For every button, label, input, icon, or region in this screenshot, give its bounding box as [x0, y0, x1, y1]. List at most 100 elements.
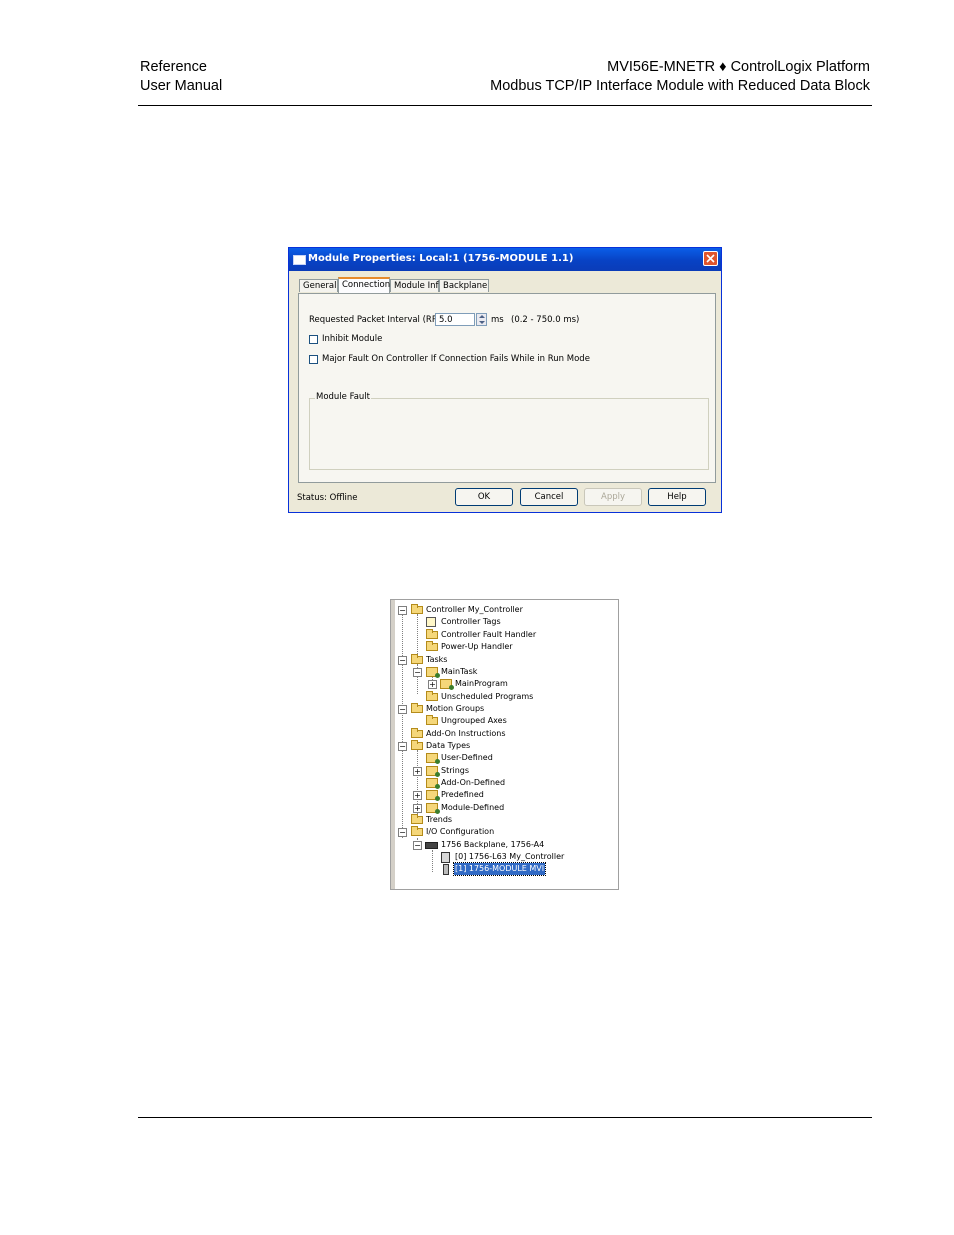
tree-item-label: Add-On Instructions	[426, 729, 506, 738]
tree-item-main-task[interactable]: − MainTask	[391, 666, 611, 678]
folder-icon	[411, 703, 423, 713]
task-icon	[426, 667, 440, 678]
tree-item-label-selected: [1] 1756-MODULE MVI	[452, 862, 547, 876]
tree-item-slot-1-module[interactable]: [1] 1756-MODULE MVI	[391, 862, 611, 876]
tree-item-label: Controller Tags	[441, 617, 501, 626]
tree-item-backplane[interactable]: − 1756 Backplane, 1756-A4	[391, 839, 611, 851]
apply-button[interactable]: Apply	[584, 488, 642, 506]
collapse-icon[interactable]: −	[413, 668, 422, 677]
collapse-icon[interactable]: −	[398, 606, 407, 615]
inhibit-module-checkbox[interactable]	[309, 335, 318, 344]
major-fault-label: Major Fault On Controller If Connection …	[322, 354, 590, 364]
header-right: MVI56E-MNETR ♦ ControlLogix Platform Mod…	[490, 58, 870, 96]
tree-item-add-on-instructions[interactable]: Add-On Instructions	[391, 728, 611, 740]
tags-icon	[426, 617, 436, 627]
folder-icon	[411, 826, 423, 836]
footer-rule	[138, 1117, 872, 1118]
controller-module-icon	[441, 852, 450, 863]
expand-icon[interactable]: +	[428, 680, 437, 689]
status-text: Status: Offline	[297, 493, 358, 503]
connection-panel: Requested Packet Interval (RPI): ms (0.2…	[298, 293, 716, 483]
tree-item-label: 1756 Backplane, 1756-A4	[441, 840, 545, 849]
major-fault-checkbox[interactable]	[309, 355, 318, 364]
tree-item-label: Tasks	[426, 655, 448, 664]
header-product: MVI56E-MNETR ♦ ControlLogix Platform	[607, 59, 870, 75]
tab-general[interactable]: General	[299, 279, 338, 292]
folder-icon	[426, 629, 438, 639]
program-icon	[440, 679, 454, 690]
data-type-folder-icon	[426, 790, 440, 801]
rpi-spinner[interactable]	[476, 313, 487, 326]
tree-item-label: Module-Defined	[441, 803, 505, 812]
spinner-down-icon[interactable]	[479, 321, 485, 324]
tree-item-fault-handler[interactable]: Controller Fault Handler	[391, 629, 611, 641]
expand-icon[interactable]: +	[413, 804, 422, 813]
collapse-icon[interactable]: −	[398, 656, 407, 665]
tree-item-controller[interactable]: − Controller My_Controller	[391, 604, 611, 616]
tree-item-module-defined[interactable]: + Module-Defined	[391, 802, 611, 814]
header-manual-type: User Manual	[140, 78, 223, 94]
header-left: Reference User Manual	[140, 58, 222, 96]
rpi-input[interactable]	[435, 313, 475, 326]
tree-item-label: Power-Up Handler	[441, 642, 513, 651]
tree-item-label: User-Defined	[441, 753, 493, 762]
tree-item-label: Data Types	[426, 741, 471, 750]
tree-item-label: Strings	[441, 766, 470, 775]
tree-item-trends[interactable]: Trends	[391, 814, 611, 826]
io-module-icon	[443, 864, 449, 875]
dialog-title: Module Properties: Local:1 (1756-MODULE …	[308, 253, 574, 264]
folder-icon	[426, 715, 438, 725]
tab-backplane[interactable]: Backplane	[439, 279, 489, 292]
tree-item-user-defined[interactable]: User-Defined	[391, 752, 611, 764]
data-type-folder-icon	[426, 778, 440, 789]
backplane-icon	[425, 842, 438, 849]
collapse-icon[interactable]: −	[398, 828, 407, 837]
cancel-button[interactable]: Cancel	[520, 488, 578, 506]
data-type-folder-icon	[426, 803, 440, 814]
tree-item-label: I/O Configuration	[426, 827, 495, 836]
folder-icon	[411, 728, 423, 738]
module-fault-group: Module Fault	[309, 392, 709, 470]
tree-item-tasks[interactable]: − Tasks	[391, 654, 611, 666]
tree-item-label: Trends	[426, 815, 453, 824]
tree-item-motion-groups[interactable]: − Motion Groups	[391, 703, 611, 715]
tree-item-add-on-defined[interactable]: Add-On-Defined	[391, 777, 611, 789]
tree-item-slot-0-controller[interactable]: [0] 1756-L63 My_Controller	[391, 851, 611, 863]
collapse-icon[interactable]: −	[398, 742, 407, 751]
tree-item-label: MainTask	[441, 667, 478, 676]
tree-item-main-program[interactable]: + MainProgram	[391, 678, 611, 690]
tree-item-label: MainProgram	[455, 679, 508, 688]
tree-item-label: Ungrouped Axes	[441, 716, 507, 725]
tree-item-data-types[interactable]: − Data Types	[391, 740, 611, 752]
tree-item-ungrouped-axes[interactable]: Ungrouped Axes	[391, 715, 611, 727]
tree-item-unscheduled-programs[interactable]: Unscheduled Programs	[391, 691, 611, 703]
tree-item-label: Add-On-Defined	[441, 778, 506, 787]
folder-icon	[411, 654, 423, 664]
collapse-icon[interactable]: −	[413, 841, 422, 850]
tree-item-strings[interactable]: + Strings	[391, 765, 611, 777]
close-icon	[706, 254, 715, 263]
data-type-folder-icon	[426, 753, 440, 764]
ok-button[interactable]: OK	[455, 488, 513, 506]
help-button[interactable]: Help	[648, 488, 706, 506]
spinner-up-icon[interactable]	[479, 315, 485, 318]
tree-item-predefined[interactable]: + Predefined	[391, 789, 611, 801]
tab-connection[interactable]: Connection	[338, 277, 390, 293]
module-properties-dialog: Module Properties: Local:1 (1756-MODULE …	[288, 247, 722, 513]
collapse-icon[interactable]: −	[398, 705, 407, 714]
close-button[interactable]	[703, 251, 718, 266]
folder-icon	[411, 604, 423, 614]
tree-item-label: Unscheduled Programs	[441, 692, 534, 701]
tab-module-info[interactable]: Module Info	[390, 279, 444, 292]
window-icon	[293, 255, 306, 265]
expand-icon[interactable]: +	[413, 767, 422, 776]
tree-item-io-configuration[interactable]: − I/O Configuration	[391, 826, 611, 838]
folder-icon	[411, 740, 423, 750]
dialog-titlebar[interactable]: Module Properties: Local:1 (1756-MODULE …	[289, 248, 721, 271]
tree-item-power-up-handler[interactable]: Power-Up Handler	[391, 641, 611, 653]
inhibit-module-label: Inhibit Module	[322, 334, 383, 344]
expand-icon[interactable]: +	[413, 791, 422, 800]
tree-item-label: Motion Groups	[426, 704, 485, 713]
folder-icon	[426, 641, 438, 651]
tree-item-controller-tags[interactable]: Controller Tags	[391, 616, 611, 628]
